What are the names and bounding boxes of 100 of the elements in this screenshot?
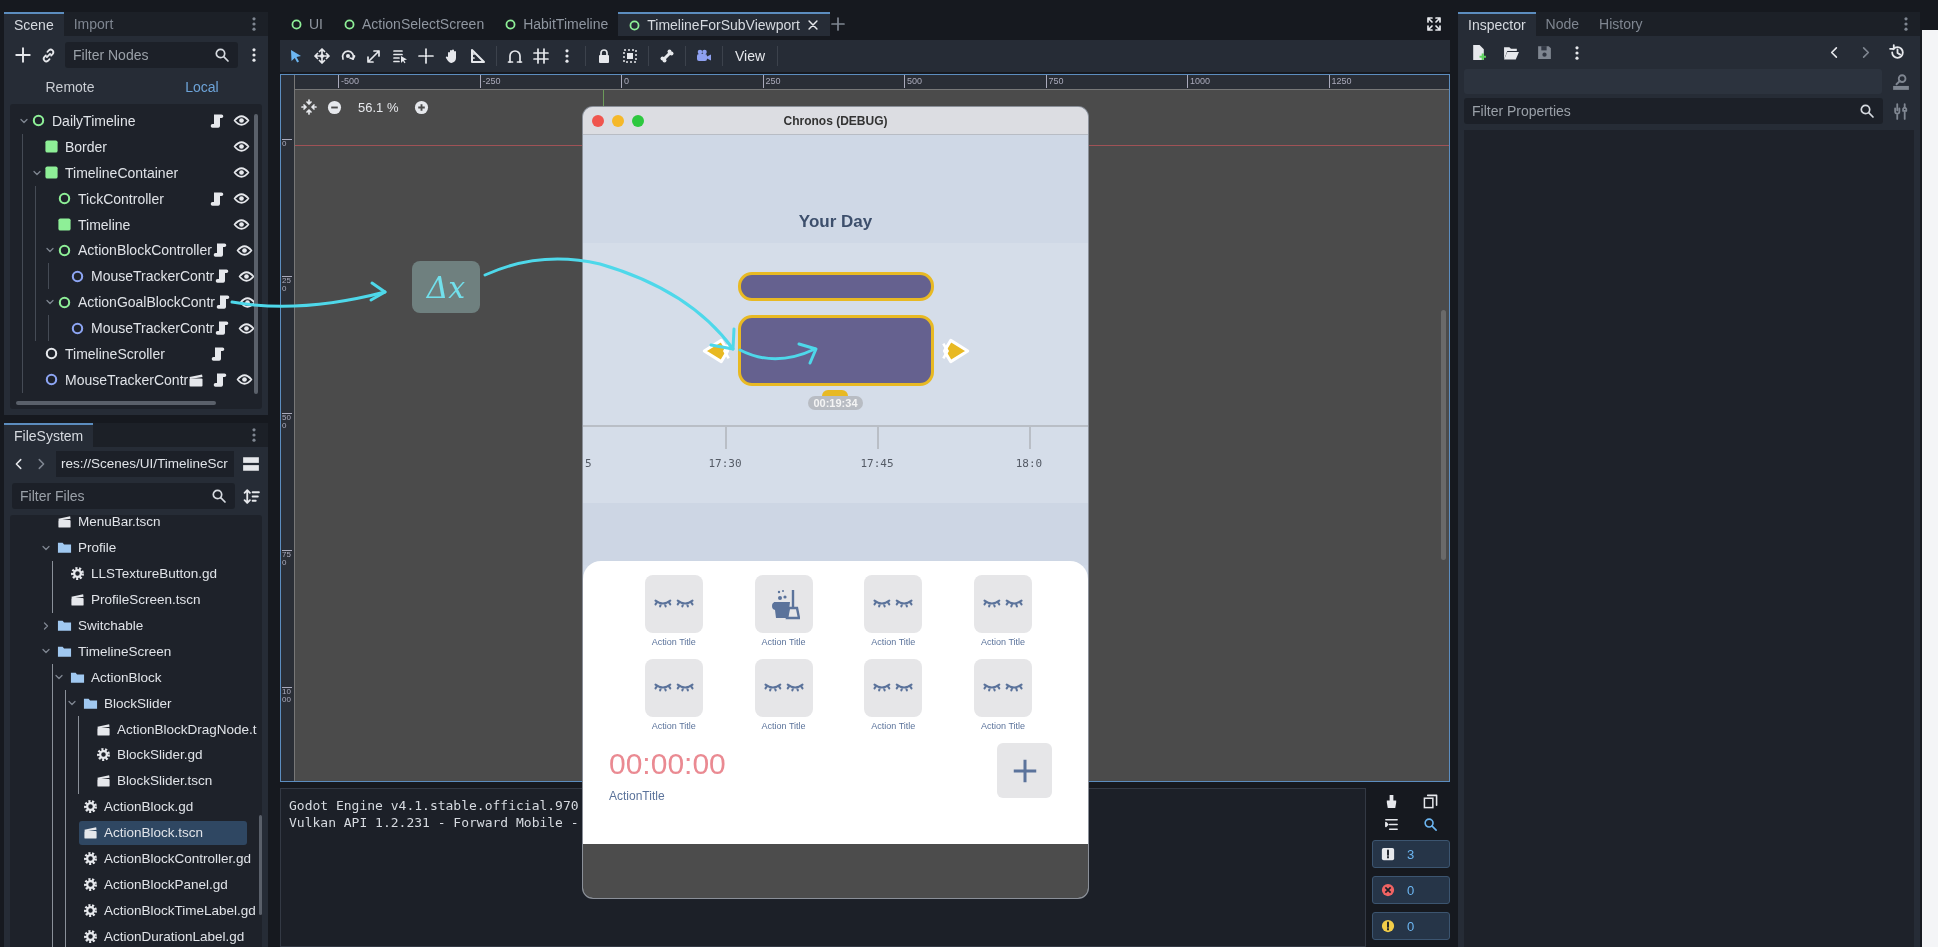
file-item[interactable]: ActionBlockPanel.gd xyxy=(79,872,232,897)
dock-tab[interactable]: Import xyxy=(63,12,124,36)
doc-search-icon[interactable] xyxy=(1892,72,1910,91)
search-icon[interactable] xyxy=(1423,817,1438,832)
tree-item[interactable]: MouseTrackerContr xyxy=(91,268,215,285)
file-item[interactable]: Switchable xyxy=(53,613,148,638)
file-item[interactable]: ActionBlock.gd xyxy=(79,794,198,819)
handle-tab[interactable] xyxy=(822,390,849,396)
script-icon[interactable] xyxy=(214,294,231,311)
move-icon[interactable] xyxy=(314,48,330,64)
sort-icon[interactable] xyxy=(243,487,260,505)
file-item[interactable]: ActionBlock xyxy=(66,665,166,690)
scrollbar[interactable] xyxy=(1441,310,1446,560)
tree-item[interactable]: Border xyxy=(65,138,108,155)
close-icon[interactable] xyxy=(805,18,820,32)
action-tile[interactable] xyxy=(864,575,923,633)
dock-tab[interactable]: Node xyxy=(1535,12,1590,36)
scrollbar[interactable] xyxy=(259,815,262,915)
file-item[interactable]: BlockSlider.tscn xyxy=(92,768,217,793)
file-item[interactable]: BlockSlider xyxy=(79,691,176,716)
zoom-level[interactable]: 56.1 % xyxy=(358,99,399,115)
magnet-icon[interactable] xyxy=(507,48,523,64)
view-menu[interactable]: View xyxy=(733,48,768,64)
tree-item[interactable]: ActionGoalBlockContr xyxy=(78,294,215,311)
zoom-out-icon[interactable] xyxy=(327,99,342,115)
script-icon[interactable] xyxy=(209,190,225,207)
dock-tab[interactable]: History xyxy=(1589,12,1653,36)
script-icon[interactable] xyxy=(210,345,226,362)
action-tile[interactable] xyxy=(974,659,1033,717)
clear-icon[interactable] xyxy=(1384,794,1399,809)
close-dot[interactable] xyxy=(592,114,604,127)
action-block[interactable] xyxy=(737,315,934,386)
dock-tab[interactable]: FileSystem xyxy=(4,423,94,447)
script-icon[interactable] xyxy=(214,268,231,285)
minimize-dot[interactable] xyxy=(612,114,624,127)
tree-item[interactable]: ActionBlockController xyxy=(78,242,212,259)
script-icon[interactable] xyxy=(211,242,228,259)
grid-icon[interactable] xyxy=(533,48,549,64)
action-tile[interactable] xyxy=(974,575,1033,633)
file-item[interactable]: ActionBlockController.gd xyxy=(79,846,256,871)
list-cursor-icon[interactable] xyxy=(392,48,408,64)
new-file-icon[interactable] xyxy=(1470,44,1487,61)
collapse-lines-icon[interactable] xyxy=(1384,817,1399,832)
file-item[interactable]: Profile xyxy=(53,535,121,560)
file-item[interactable]: LLSTextureButton.gd xyxy=(66,561,222,586)
script-icon[interactable] xyxy=(214,320,231,337)
action-tile[interactable] xyxy=(754,659,813,717)
editor-tab[interactable]: TimelineForSubViewport xyxy=(618,12,830,36)
center-view-icon[interactable] xyxy=(301,99,317,115)
zoom-in-icon[interactable] xyxy=(414,99,430,115)
filter-field[interactable]: Filter Nodes xyxy=(65,42,238,68)
scrollbar[interactable] xyxy=(254,114,258,394)
search-icon[interactable] xyxy=(214,47,230,63)
filter-field[interactable]: Filter Properties xyxy=(1464,98,1883,124)
fullscreen-icon[interactable] xyxy=(1426,16,1442,32)
tree-item[interactable]: MouseTrackerContr xyxy=(65,371,189,388)
ruler-icon[interactable] xyxy=(470,48,486,64)
tree-item[interactable]: TimelineContainer xyxy=(65,164,179,181)
scale-icon[interactable] xyxy=(366,48,382,64)
filter-field[interactable]: Filter Files xyxy=(12,483,235,509)
file-item[interactable]: ActionBlockTimeLabel.gd xyxy=(79,898,260,923)
split-view-icon[interactable] xyxy=(242,455,260,473)
zoom-dot[interactable] xyxy=(632,114,644,127)
tree-item[interactable]: MouseTrackerContr xyxy=(91,320,215,337)
path-field[interactable]: res://Scenes/UI/TimelineScr xyxy=(56,451,234,477)
file-item[interactable]: ProfileScreen.tscn xyxy=(66,587,205,612)
lock-icon[interactable] xyxy=(596,48,612,64)
file-item[interactable]: BlockSlider.gd xyxy=(92,742,207,767)
file-item[interactable]: ActionBlockDragNode.t xyxy=(92,717,261,742)
save-icon[interactable] xyxy=(1536,44,1553,61)
filter-toggle[interactable]: 3 xyxy=(1372,840,1450,868)
tree-item[interactable]: Timeline xyxy=(78,216,131,233)
search-icon[interactable] xyxy=(1859,103,1875,119)
script-icon[interactable] xyxy=(212,371,229,388)
editor-tab[interactable]: ActionSelectScreen xyxy=(333,12,495,36)
scrollbar[interactable] xyxy=(16,401,216,405)
action-tile[interactable] xyxy=(644,575,703,633)
camera-icon[interactable] xyxy=(696,48,712,64)
folder-icon[interactable] xyxy=(1503,44,1520,61)
mode-tab[interactable]: Local xyxy=(136,79,268,95)
dock-tab[interactable]: Scene xyxy=(4,12,64,36)
tree-item[interactable]: TimelineScroller xyxy=(65,345,165,362)
tree-item[interactable]: DailyTimeline xyxy=(52,112,136,129)
goal-bar[interactable] xyxy=(737,272,934,301)
action-tile[interactable] xyxy=(644,659,703,717)
crosshair-icon[interactable] xyxy=(418,48,434,64)
eye-icon[interactable] xyxy=(233,216,250,233)
script-icon[interactable] xyxy=(209,112,225,129)
search-icon[interactable] xyxy=(211,488,227,504)
dock-tab[interactable]: Inspector xyxy=(1458,12,1536,36)
file-item[interactable]: ActionDurationLabel.gd xyxy=(79,924,249,947)
editor-tab[interactable]: HabitTimeline xyxy=(494,12,619,36)
file-item[interactable]: MenuBar.tscn xyxy=(53,509,165,534)
filter-toggle[interactable]: 0 xyxy=(1372,876,1450,904)
filter-toggle[interactable]: 0 xyxy=(1372,912,1450,940)
tools-icon[interactable] xyxy=(1893,102,1910,120)
link-icon[interactable] xyxy=(40,46,57,64)
mode-tab[interactable]: Remote xyxy=(4,79,136,95)
file-item[interactable]: TimelineScreen xyxy=(53,639,176,664)
action-tile[interactable] xyxy=(864,659,923,717)
